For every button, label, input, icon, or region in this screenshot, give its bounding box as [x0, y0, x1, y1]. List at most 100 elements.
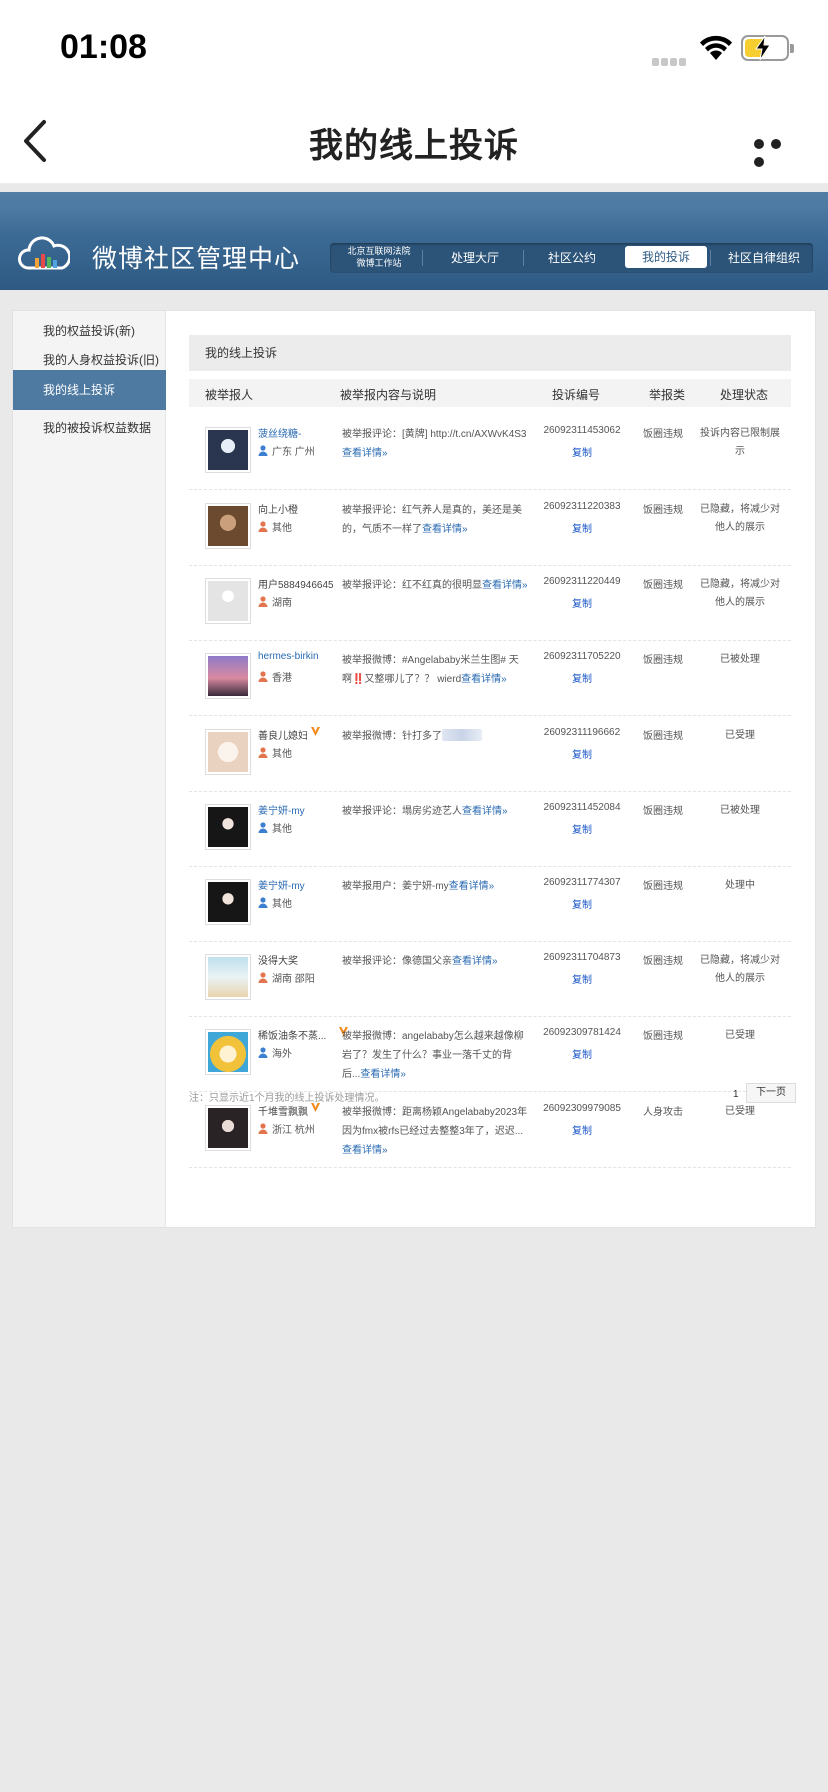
- complaint-content: 被举报评论：红不红真的很明显查看详情»: [342, 580, 528, 591]
- copy-button[interactable]: 复制: [531, 746, 633, 761]
- view-details-link[interactable]: 查看详情»: [342, 1145, 388, 1156]
- avatar[interactable]: [205, 578, 251, 624]
- avatar[interactable]: [205, 653, 251, 699]
- reported-user-name[interactable]: 姜宁妍-my: [258, 802, 336, 817]
- user-location: 湖南: [258, 594, 292, 609]
- processing-status: 已受理: [725, 730, 755, 741]
- reported-user-name[interactable]: 千堆雪飘飘: [258, 1103, 336, 1118]
- tab-community-convention[interactable]: 社区公约: [548, 249, 596, 266]
- avatar[interactable]: [205, 804, 251, 850]
- copy-button[interactable]: 复制: [531, 595, 633, 610]
- column-complaint-id: 投诉编号: [552, 388, 601, 402]
- page-number[interactable]: 1: [733, 1089, 739, 1100]
- view-details-link[interactable]: 查看详情»: [360, 1069, 406, 1080]
- status-time: 01:08: [60, 28, 147, 66]
- avatar[interactable]: [205, 427, 251, 473]
- column-status: 处理状态: [720, 388, 769, 402]
- copy-button[interactable]: 复制: [531, 896, 633, 911]
- copy-button[interactable]: 复制: [531, 1122, 633, 1137]
- vip-badge-icon: [311, 727, 320, 736]
- user-location: 其他: [258, 895, 292, 910]
- avatar[interactable]: [205, 879, 251, 925]
- reported-user-name[interactable]: 向上小橙: [258, 501, 336, 516]
- view-details-link[interactable]: 查看详情»: [422, 524, 468, 535]
- copy-button[interactable]: 复制: [531, 520, 633, 535]
- copy-button[interactable]: 复制: [531, 1046, 633, 1061]
- copy-button[interactable]: 复制: [531, 971, 633, 986]
- complaint-content: 被举报微博：针打多了: [342, 727, 530, 746]
- complaint-id: 26092311453062: [543, 425, 621, 436]
- sidebar-item-complained-data[interactable]: 我的被投诉权益数据: [13, 408, 166, 448]
- blurred-text: [442, 729, 482, 741]
- complaint-category: 饭圈违规: [643, 505, 683, 516]
- complaint-content: 被举报评论：塌房劣迹艺人查看详情»: [342, 806, 508, 817]
- view-details-link[interactable]: 查看详情»: [462, 806, 508, 817]
- reported-user-name[interactable]: hermes-birkin: [258, 651, 336, 662]
- avatar[interactable]: [205, 1105, 251, 1151]
- view-details-link[interactable]: 查看详情»: [449, 881, 495, 892]
- table-row: 姜宁妍-my 其他 被举报评论：塌房劣迹艺人查看详情» 26092311452084 复…: [189, 792, 791, 867]
- nav-bar: 我的线上投诉: [0, 100, 828, 184]
- table-row: hermes-birkin 香港 被举报微博：#Angelababy米兰生图# 天啊…: [189, 641, 791, 716]
- user-location: 海外: [258, 1045, 292, 1060]
- tab-processing-hall[interactable]: 处理大厅: [451, 249, 499, 266]
- person-icon: [258, 747, 268, 758]
- avatar[interactable]: [205, 954, 251, 1000]
- wifi-icon: [700, 35, 732, 60]
- complaint-content: 被举报评论：像德国父亲查看详情»: [342, 956, 498, 967]
- view-details-link[interactable]: 查看详情»: [461, 674, 507, 685]
- user-location: 广东 广州: [258, 443, 315, 458]
- complaint-id: 26092311452084: [543, 802, 621, 813]
- person-icon: [258, 445, 268, 456]
- complaint-id: 26092311220383: [543, 501, 621, 512]
- processing-status: 已隐藏，将减少对他人的展示: [700, 579, 780, 608]
- reported-user-name[interactable]: 姜宁妍-my: [258, 877, 336, 892]
- reported-user-name[interactable]: 稀饭油条不蒸...: [258, 1027, 336, 1042]
- user-location: 浙江 杭州: [258, 1121, 315, 1136]
- next-page-button[interactable]: 下一页: [746, 1083, 796, 1103]
- court-link[interactable]: 北京互联网法院 微博工作站: [344, 245, 414, 269]
- table-row: 向上小橙 其他 被举报评论：红气养人是真的，美还是美的，气质不一样了查看详情» 260…: [189, 491, 791, 566]
- status-bar: 01:08: [0, 0, 828, 100]
- processing-status: 处理中: [725, 880, 755, 891]
- table-row: 菠丝绕糖- 广东 广州 被举报评论：[黄牌] http://t.cn/AXWvK4S…: [189, 415, 791, 490]
- table-row: 千堆雪飘飘浙江 杭州 被举报微博：距离杨颖Angelababy2023年因为fmx…: [189, 1093, 791, 1168]
- tab-self-regulation[interactable]: 社区自律组织: [728, 249, 800, 266]
- sidebar-item-online-complaints[interactable]: 我的线上投诉: [13, 370, 166, 410]
- tab-my-complaints[interactable]: 我的投诉: [625, 246, 708, 268]
- user-location: 其他: [258, 745, 292, 760]
- processing-status: 投诉内容已限制展示: [700, 428, 780, 457]
- processing-status: 已隐藏，将减少对他人的展示: [700, 955, 780, 984]
- complaint-category: 饭圈违规: [643, 806, 683, 817]
- avatar[interactable]: [205, 503, 251, 549]
- reported-user-name[interactable]: 用户5884946645: [258, 576, 336, 591]
- processing-status: 已被处理: [720, 805, 760, 816]
- reported-user-name[interactable]: 善良儿媳妇: [258, 727, 336, 742]
- table-row: 稀饭油条不蒸... 海外 被举报微博：angelababy怎么越来越像柳岩了？发生了…: [189, 1017, 791, 1092]
- complaint-category: 饭圈违规: [643, 580, 683, 591]
- copy-button[interactable]: 复制: [531, 821, 633, 836]
- complaint-content: 被举报评论：红气养人是真的，美还是美的，气质不一样了查看详情»: [342, 505, 522, 535]
- more-icon[interactable]: [754, 136, 800, 167]
- main-panel: 我的线上投诉 被举报人 被举报内容与说明 投诉编号 举报类 处理状态 菠丝绕糖-…: [166, 311, 816, 1227]
- person-icon: [258, 1123, 268, 1134]
- complaint-id: 26092309781424: [543, 1027, 621, 1038]
- battery-icon: [741, 35, 794, 61]
- complaint-content: 被举报微博：#Angelababy米兰生图# 天啊‼️又整哪儿了？？ wierd…: [342, 655, 519, 685]
- copy-button[interactable]: 复制: [531, 444, 633, 459]
- reported-user-name[interactable]: 菠丝绕糖-: [258, 425, 336, 440]
- processing-status: 已受理: [725, 1106, 755, 1117]
- view-details-link[interactable]: 查看详情»: [452, 956, 498, 967]
- community-nav: 北京互联网法院 微博工作站 处理大厅 社区公约 我的投诉 社区自律组织: [330, 243, 813, 273]
- content-frame: 我的权益投诉(新) 我的人身权益投诉(旧) 我的线上投诉 我的被投诉权益数据 我…: [12, 310, 816, 1228]
- view-details-link[interactable]: 查看详情»: [342, 448, 388, 459]
- complaint-category: 饭圈违规: [643, 881, 683, 892]
- cellular-signal-icon: [652, 53, 692, 66]
- avatar[interactable]: [205, 1029, 251, 1075]
- community-header: 微博社区管理中心 北京互联网法院 微博工作站 处理大厅 社区公约 我的投诉 社区…: [0, 192, 828, 290]
- copy-button[interactable]: 复制: [531, 670, 633, 685]
- complaint-content: 被举报微博：距离杨颖Angelababy2023年因为fmx被rfs已经过去整整…: [342, 1107, 528, 1156]
- reported-user-name[interactable]: 没得大奖: [258, 952, 336, 967]
- view-details-link[interactable]: 查看详情»: [482, 580, 528, 591]
- avatar[interactable]: [205, 729, 251, 775]
